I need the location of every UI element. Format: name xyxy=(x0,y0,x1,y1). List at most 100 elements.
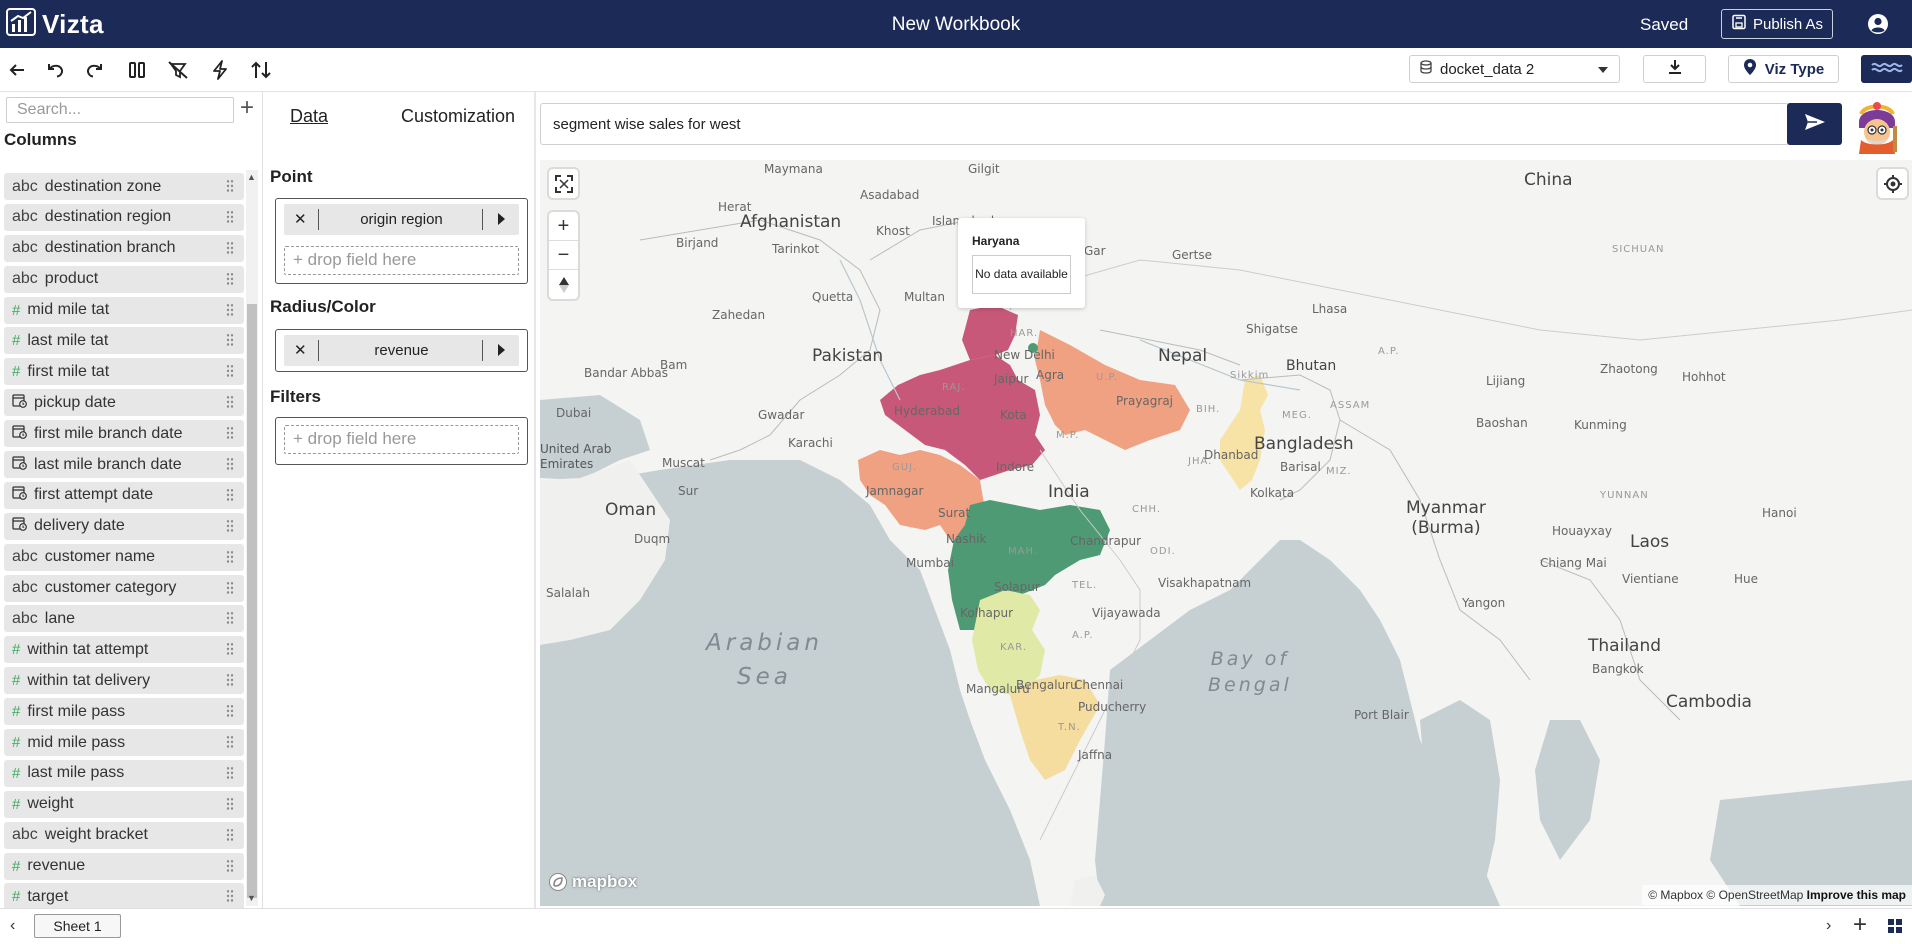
column-item[interactable]: pickup date xyxy=(4,389,244,417)
map-label-state: GUJ. xyxy=(892,462,918,473)
drag-handle-icon[interactable] xyxy=(226,487,234,502)
drag-handle-icon[interactable] xyxy=(226,889,234,904)
improve-map-link[interactable]: Improve this map xyxy=(1807,888,1906,902)
column-item[interactable]: # weight xyxy=(4,790,244,818)
drag-handle-icon[interactable] xyxy=(226,735,234,750)
column-search-input[interactable]: Search... xyxy=(6,97,234,123)
column-item[interactable]: abc weight bracket xyxy=(4,821,244,849)
drag-handle-icon[interactable] xyxy=(226,333,234,348)
columns-icon[interactable] xyxy=(125,58,149,82)
add-column-icon[interactable]: + xyxy=(240,96,254,120)
wave-toggle-button[interactable] xyxy=(1861,55,1912,83)
column-item[interactable]: abc destination branch xyxy=(4,234,244,262)
column-item[interactable]: first attempt date xyxy=(4,481,244,509)
scroll-down-icon[interactable]: ▼ xyxy=(247,893,256,903)
drag-handle-icon[interactable] xyxy=(226,457,234,472)
column-item[interactable]: # revenue xyxy=(4,852,244,880)
clear-icon[interactable] xyxy=(166,58,190,82)
sheet-scroll-left-icon[interactable]: ‹ xyxy=(10,917,15,935)
drag-handle-icon[interactable] xyxy=(226,827,234,842)
app-root: Vizta New Workbook Saved Publish As dock… xyxy=(0,0,1912,944)
assistant-avatar[interactable] xyxy=(1853,100,1901,161)
column-item[interactable]: # last mile tat xyxy=(4,327,244,355)
drag-handle-icon[interactable] xyxy=(226,858,234,873)
drag-handle-icon[interactable] xyxy=(226,580,234,595)
column-item[interactable]: first mile branch date xyxy=(4,420,244,448)
zoom-out-icon[interactable]: − xyxy=(549,241,578,270)
osm-attribution-link[interactable]: © OpenStreetMap xyxy=(1706,888,1803,902)
tab-customization[interactable]: Customization xyxy=(401,106,515,127)
point-drop-field[interactable]: + drop field here xyxy=(284,246,519,275)
map-view[interactable]: Afghanistan Pakistan Nepal Bhutan Bangla… xyxy=(540,160,1912,906)
geolocate-button[interactable] xyxy=(1878,169,1907,198)
column-item[interactable]: # target xyxy=(4,883,244,911)
remove-field-icon[interactable]: ✕ xyxy=(294,341,307,359)
expand-arrow-icon[interactable] xyxy=(498,344,505,356)
drag-handle-icon[interactable] xyxy=(226,209,234,224)
column-item[interactable]: abc customer name xyxy=(4,543,244,571)
column-item[interactable]: abc product xyxy=(4,265,244,293)
scroll-up-icon[interactable]: ▲ xyxy=(247,172,256,182)
drag-handle-icon[interactable] xyxy=(226,642,234,657)
column-item[interactable]: # last mile pass xyxy=(4,759,244,787)
column-item[interactable]: # mid mile pass xyxy=(4,729,244,757)
drag-handle-icon[interactable] xyxy=(226,364,234,379)
column-item[interactable]: # within tat delivery xyxy=(4,667,244,695)
column-item[interactable]: abc customer category xyxy=(4,574,244,602)
drag-handle-icon[interactable] xyxy=(226,765,234,780)
drag-handle-icon[interactable] xyxy=(226,240,234,255)
column-item[interactable]: # mid mile tat xyxy=(4,296,244,324)
compass-icon[interactable] xyxy=(549,270,578,299)
map-label-state: CHH. xyxy=(1132,504,1162,515)
drag-handle-icon[interactable] xyxy=(226,426,234,441)
tab-data[interactable]: Data xyxy=(290,106,328,127)
drag-handle-icon[interactable] xyxy=(226,179,234,193)
remove-field-icon[interactable]: ✕ xyxy=(294,210,307,228)
sheet-scroll-right-icon[interactable]: › xyxy=(1826,917,1831,935)
mapbox-attribution-link[interactable]: © Mapbox xyxy=(1648,888,1703,902)
expand-arrow-icon[interactable] xyxy=(498,213,505,225)
viz-type-button[interactable]: Viz Type xyxy=(1728,55,1839,83)
redo-icon[interactable] xyxy=(83,58,107,82)
fullscreen-button[interactable] xyxy=(549,169,578,198)
column-name: last mile pass xyxy=(27,764,125,782)
back-arrow-icon[interactable] xyxy=(5,58,29,82)
query-input[interactable]: segment wise sales for west xyxy=(540,103,1789,145)
sort-icon[interactable] xyxy=(249,58,273,82)
column-item[interactable]: # first mile pass xyxy=(4,698,244,726)
column-item[interactable]: last mile branch date xyxy=(4,451,244,479)
drag-handle-icon[interactable] xyxy=(226,611,234,626)
drag-handle-icon[interactable] xyxy=(226,796,234,811)
download-button[interactable] xyxy=(1643,55,1706,83)
drag-handle-icon[interactable] xyxy=(226,302,234,317)
zoom-in-icon[interactable]: + xyxy=(549,212,578,241)
send-query-button[interactable] xyxy=(1787,103,1842,145)
workbook-title[interactable]: New Workbook xyxy=(0,14,1912,36)
column-item[interactable]: # first mile tat xyxy=(4,358,244,386)
sheet-grid-icon[interactable] xyxy=(1888,919,1902,938)
map-label-city: Baoshan xyxy=(1476,416,1528,430)
user-account-icon[interactable] xyxy=(1866,12,1890,41)
column-item[interactable]: # within tat attempt xyxy=(4,636,244,664)
radius-color-field-pill[interactable]: ✕ revenue xyxy=(284,335,519,366)
sheet-tab[interactable]: Sheet 1 xyxy=(34,914,121,938)
publish-as-button[interactable]: Publish As xyxy=(1721,9,1833,39)
add-sheet-icon[interactable]: + xyxy=(1853,912,1867,938)
column-item[interactable]: delivery date xyxy=(4,512,244,540)
mapbox-logo[interactable]: mapbox xyxy=(548,872,637,892)
drag-handle-icon[interactable] xyxy=(226,271,234,286)
column-item[interactable]: abc destination zone xyxy=(4,173,244,200)
lightning-icon[interactable] xyxy=(208,58,232,82)
drag-handle-icon[interactable] xyxy=(226,549,234,564)
drag-handle-icon[interactable] xyxy=(226,395,234,410)
point-field-pill[interactable]: ✕ origin region xyxy=(284,204,519,235)
drag-handle-icon[interactable] xyxy=(226,673,234,688)
undo-icon[interactable] xyxy=(43,58,67,82)
column-item[interactable]: abc lane xyxy=(4,605,244,633)
drag-handle-icon[interactable] xyxy=(226,518,234,533)
filters-drop-field[interactable]: + drop field here xyxy=(284,425,519,454)
dataset-select[interactable]: docket_data 2 xyxy=(1409,55,1620,83)
column-item[interactable]: abc destination region xyxy=(4,203,244,231)
column-scrollbar-thumb[interactable] xyxy=(247,304,257,898)
drag-handle-icon[interactable] xyxy=(226,704,234,719)
